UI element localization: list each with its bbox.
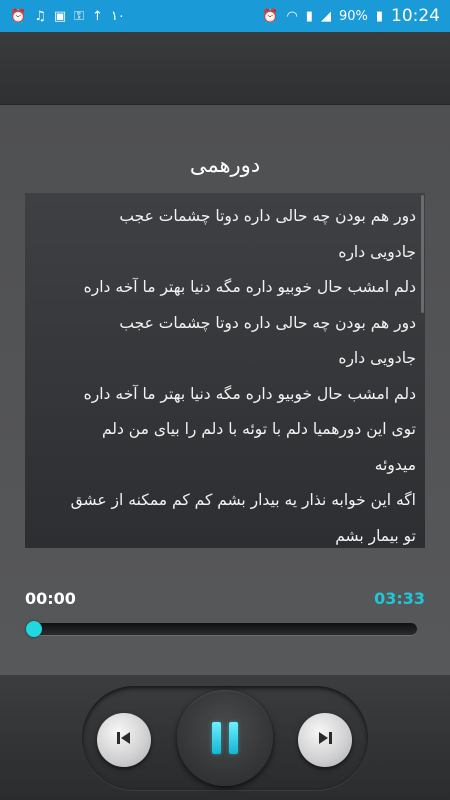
app-toolbar (0, 32, 450, 105)
lyric-line: دور هم بودن چه حالی داره دوتا چشمات عجب (119, 313, 416, 332)
lyric-line: تو بیمار بشم (335, 526, 416, 545)
music-note-icon: ♫ (34, 8, 46, 24)
cell-signal-icon: ◢ (320, 8, 331, 24)
elapsed-time: 00:00 (25, 589, 76, 608)
seek-thumb[interactable] (25, 621, 42, 637)
battery-percent: 90% (338, 8, 368, 24)
lyric-line: دلم امشب حال خوبیو داره مگه دنیا بهتر ما… (83, 278, 416, 296)
previous-button[interactable] (97, 713, 151, 767)
lyric-line: اگه این خوابه نذار یه بیدار بشم کم کم مم… (70, 491, 416, 509)
sim-icon: ▮ (305, 8, 313, 24)
lyric-line: جادویی داره (338, 349, 416, 367)
pause-icon (212, 722, 238, 754)
key-icon: ⚿ (74, 8, 85, 24)
seek-bar[interactable] (25, 621, 417, 637)
wifi-icon: ◠ (286, 8, 298, 24)
alarm-icon: ⏰ (262, 8, 279, 24)
next-button[interactable] (298, 713, 352, 767)
total-duration: 03:33 (374, 589, 425, 608)
lyrics-box[interactable]: دور هم بودن چه حالی داره دوتا چشمات عجب ج… (25, 193, 425, 548)
status-bar-left: ⏰ ♫ ▣ ⚿ ↑ ١٠ (10, 10, 125, 23)
song-title: دورهمی (189, 153, 261, 177)
battery-charging-icon: ▮ (375, 8, 383, 24)
player-panel: دورهمی دور هم بودن چه حالی داره دوتا چشم… (0, 105, 450, 675)
lyric-line: میدوئه (374, 455, 416, 474)
skip-next-icon (316, 729, 334, 751)
lyrics-scrollbar[interactable] (421, 195, 424, 313)
signal-1-icon: ↑ (92, 8, 103, 24)
status-bar: ⏰ ♫ ▣ ⚿ ↑ ١٠ ⏰ ◠ ▮ ◢ 90% ▮ 10:24 (0, 0, 450, 32)
alarm-small-icon: ⏰ (10, 8, 27, 24)
image-icon: ▣ (53, 8, 67, 24)
clock: 10:24 (391, 6, 440, 26)
lyrics-text: دور هم بودن چه حالی داره دوتا چشمات عجب ج… (25, 193, 425, 548)
lyric-line: دلم امشب حال خوبیو داره مگه دنیا بهتر ما… (83, 384, 416, 403)
lyric-line: جادویی داره (338, 242, 416, 261)
skip-previous-icon (115, 729, 133, 751)
lyric-line: دور هم بودن چه حالی داره دوتا چشمات عجب (119, 207, 416, 225)
play-pause-button[interactable] (177, 690, 273, 786)
status-bar-right: ⏰ ◠ ▮ ◢ 90% ▮ 10:24 (262, 6, 440, 26)
lyric-line: توی این دورهمیا دلم با توئه با دلم را بی… (101, 420, 416, 438)
status-number: ١٠ (110, 8, 125, 24)
